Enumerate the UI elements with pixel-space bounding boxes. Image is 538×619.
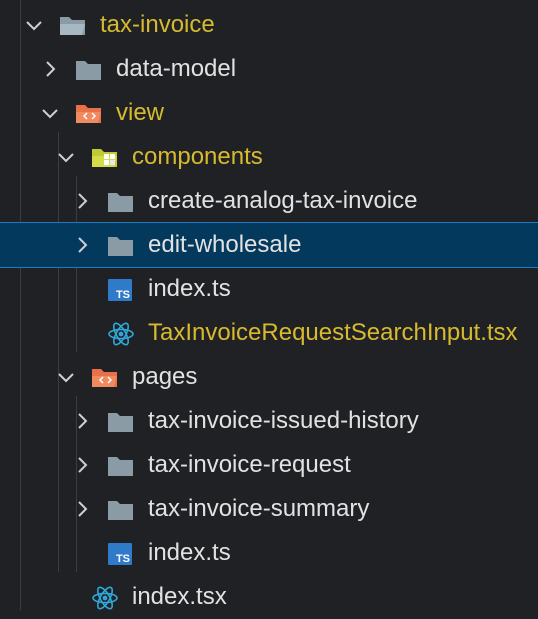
chevron-right-icon[interactable] bbox=[72, 235, 92, 255]
tree-item-label: index.ts bbox=[148, 275, 231, 302]
tree-item-taxinvoicerequestsearchinput[interactable]: TaxInvoiceRequestSearchInput.tsx bbox=[0, 311, 538, 355]
folder-view-open-icon bbox=[92, 369, 117, 387]
tree-item-label: edit-wholesale bbox=[148, 231, 302, 258]
tree-item-label: view bbox=[116, 99, 165, 126]
react-file-icon bbox=[92, 586, 118, 610]
folder-icon bbox=[76, 61, 101, 80]
tree-item-tax-invoice[interactable]: tax-invoice bbox=[0, 3, 538, 47]
tree-item-pages[interactable]: pages bbox=[0, 355, 538, 399]
folder-icon bbox=[108, 193, 133, 212]
folder-open-icon bbox=[60, 17, 85, 35]
chevron-right-icon[interactable] bbox=[72, 411, 92, 431]
chevron-down-icon[interactable] bbox=[56, 147, 76, 167]
tree-item-tax-invoice-request[interactable]: tax-invoice-request bbox=[0, 443, 538, 487]
tree-item-label: tax-invoice-summary bbox=[148, 495, 370, 522]
folder-icon bbox=[108, 413, 133, 432]
tree-item-label: create-analog-tax-invoice bbox=[148, 187, 418, 214]
file-explorer-tree: tax-invoice data-model view components c… bbox=[0, 0, 538, 610]
tree-item-label: pages bbox=[132, 363, 198, 390]
folder-icon bbox=[108, 237, 133, 256]
tree-item-label: index.ts bbox=[148, 539, 231, 566]
react-file-icon bbox=[108, 322, 134, 346]
chevron-right-icon[interactable] bbox=[72, 455, 92, 475]
tree-item-label: components bbox=[132, 143, 263, 170]
folder-components-open-icon bbox=[92, 149, 117, 167]
typescript-badge-text: TS bbox=[115, 289, 130, 301]
chevron-right-icon[interactable] bbox=[72, 191, 92, 211]
tree-item-tax-invoice-issued-history[interactable]: tax-invoice-issued-history bbox=[0, 399, 538, 443]
tree-item-index-ts[interactable]: TS index.ts bbox=[0, 531, 538, 575]
chevron-down-icon[interactable] bbox=[24, 15, 44, 35]
typescript-file-icon: TS bbox=[108, 543, 132, 565]
typescript-badge-text: TS bbox=[115, 553, 130, 565]
tree-item-label: data-model bbox=[116, 55, 237, 82]
folder-icon bbox=[108, 501, 133, 520]
folder-view-open-icon bbox=[76, 105, 101, 123]
tree-item-index-ts[interactable]: TS index.ts bbox=[0, 267, 538, 311]
tree-item-view[interactable]: view bbox=[0, 91, 538, 135]
tree-item-data-model[interactable]: data-model bbox=[0, 47, 538, 91]
typescript-file-icon: TS bbox=[108, 279, 132, 301]
tree-item-tax-invoice-summary[interactable]: tax-invoice-summary bbox=[0, 487, 538, 531]
chevron-right-icon[interactable] bbox=[72, 499, 92, 519]
tree-item-create-analog-tax-invoice[interactable]: create-analog-tax-invoice bbox=[0, 179, 538, 223]
chevron-down-icon[interactable] bbox=[56, 367, 76, 387]
tree-item-label: index.tsx bbox=[132, 583, 227, 610]
chevron-right-icon[interactable] bbox=[40, 59, 60, 79]
tree-item-components[interactable]: components bbox=[0, 135, 538, 179]
tree-item-label: tax-invoice-request bbox=[148, 451, 351, 478]
tree-item-label: tax-invoice bbox=[100, 11, 215, 38]
tree-item-label: TaxInvoiceRequestSearchInput.tsx bbox=[148, 319, 518, 346]
tree-item-index-tsx[interactable]: index.tsx bbox=[0, 575, 538, 619]
folder-icon bbox=[108, 457, 133, 476]
tree-item-edit-wholesale[interactable]: edit-wholesale bbox=[0, 222, 538, 268]
chevron-down-icon[interactable] bbox=[40, 103, 60, 123]
tree-item-label: tax-invoice-issued-history bbox=[148, 407, 419, 434]
